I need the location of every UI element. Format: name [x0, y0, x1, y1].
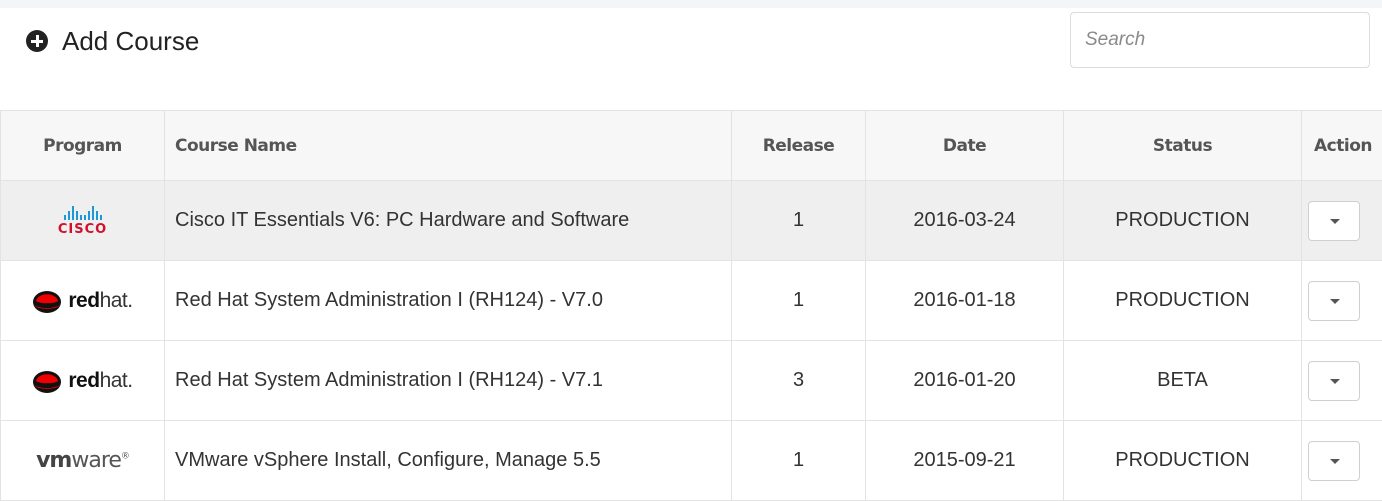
- redhat-shadowman-icon: [32, 368, 62, 394]
- program-cell: redhat.: [1, 341, 165, 421]
- status-cell: PRODUCTION: [1064, 421, 1302, 501]
- program-cell: redhat.: [1, 261, 165, 341]
- redhat-wordmark-thin: hat: [100, 369, 128, 392]
- vmware-registered-mark: ®: [121, 452, 129, 462]
- action-dropdown-button[interactable]: [1308, 281, 1360, 321]
- cisco-bars-icon: [64, 204, 102, 220]
- course-name-cell: Red Hat System Administration I (RH124) …: [165, 341, 732, 421]
- action-cell: [1302, 181, 1382, 261]
- cisco-logo: CISCO: [58, 204, 107, 237]
- redhat-trademark: .: [127, 289, 132, 312]
- search-input[interactable]: [1070, 12, 1370, 68]
- course-name-cell: Cisco IT Essentials V6: PC Hardware and …: [165, 181, 732, 261]
- redhat-logo: redhat.: [32, 288, 132, 314]
- status-cell: PRODUCTION: [1064, 261, 1302, 341]
- toolbar: Add Course: [0, 8, 1382, 110]
- course-table: Program Course Name Release Date Status …: [0, 110, 1382, 501]
- date-cell: 2016-01-18: [866, 261, 1064, 341]
- action-cell: [1302, 261, 1382, 341]
- action-dropdown-button[interactable]: [1308, 441, 1360, 481]
- course-name-cell: VMware vSphere Install, Configure, Manag…: [165, 421, 732, 501]
- redhat-wordmark-bold: red: [68, 289, 99, 312]
- release-cell: 3: [732, 341, 866, 421]
- release-cell: 1: [732, 421, 866, 501]
- action-dropdown-button[interactable]: [1308, 201, 1360, 241]
- caret-down-icon: [1330, 299, 1340, 304]
- action-cell: [1302, 421, 1382, 501]
- program-cell: CISCO: [1, 181, 165, 261]
- plus-circle-icon: [26, 30, 48, 52]
- caret-down-icon: [1330, 459, 1340, 464]
- cisco-wordmark: CISCO: [58, 222, 107, 237]
- redhat-wordmark-thin: hat: [100, 289, 128, 312]
- vmware-logo: vmware®: [36, 448, 129, 473]
- release-cell: 1: [732, 261, 866, 341]
- column-header-course-name[interactable]: Course Name: [165, 111, 732, 181]
- column-header-release[interactable]: Release: [732, 111, 866, 181]
- redhat-trademark: .: [127, 369, 132, 392]
- program-cell: vmware®: [1, 421, 165, 501]
- status-cell: PRODUCTION: [1064, 181, 1302, 261]
- caret-down-icon: [1330, 219, 1340, 224]
- caret-down-icon: [1330, 379, 1340, 384]
- course-name-cell: Red Hat System Administration I (RH124) …: [165, 261, 732, 341]
- top-strip: [0, 0, 1382, 8]
- date-cell: 2015-09-21: [866, 421, 1064, 501]
- release-cell: 1: [732, 181, 866, 261]
- redhat-logo: redhat.: [32, 368, 132, 394]
- add-course-button[interactable]: Add Course: [26, 24, 199, 58]
- vmware-wordmark-thin: ware: [71, 448, 121, 473]
- table-row[interactable]: redhat. Red Hat System Administration I …: [1, 261, 1382, 341]
- vmware-wordmark-bold: vm: [36, 448, 71, 473]
- action-dropdown-button[interactable]: [1308, 361, 1360, 401]
- column-header-status[interactable]: Status: [1064, 111, 1302, 181]
- redhat-wordmark-bold: red: [68, 369, 99, 392]
- column-header-program[interactable]: Program: [1, 111, 165, 181]
- table-header-row: Program Course Name Release Date Status …: [1, 111, 1382, 181]
- table-row[interactable]: vmware® VMware vSphere Install, Configur…: [1, 421, 1382, 501]
- table-row[interactable]: redhat. Red Hat System Administration I …: [1, 341, 1382, 421]
- date-cell: 2016-01-20: [866, 341, 1064, 421]
- date-cell: 2016-03-24: [866, 181, 1064, 261]
- column-header-action: Action: [1302, 111, 1382, 181]
- action-cell: [1302, 341, 1382, 421]
- status-cell: BETA: [1064, 341, 1302, 421]
- redhat-shadowman-icon: [32, 288, 62, 314]
- column-header-date[interactable]: Date: [866, 111, 1064, 181]
- table-row[interactable]: CISCO Cisco IT Essentials V6: PC Hardwar…: [1, 181, 1382, 261]
- add-course-label: Add Course: [62, 26, 199, 57]
